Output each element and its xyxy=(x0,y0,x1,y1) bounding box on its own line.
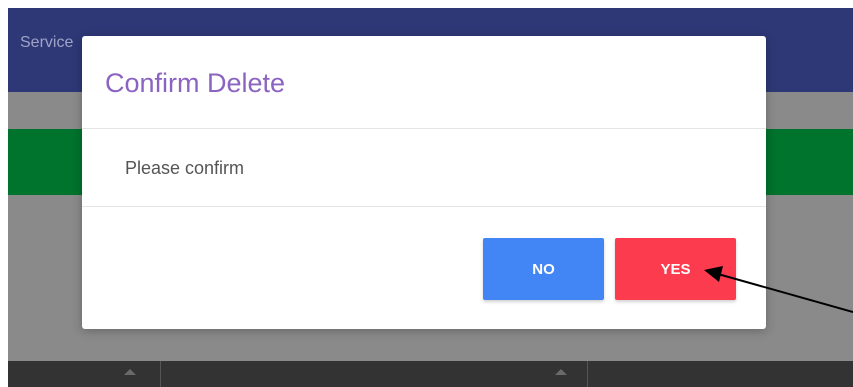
nav-item-service[interactable]: Service xyxy=(20,34,73,52)
sort-arrow-icon[interactable] xyxy=(124,369,136,375)
table-column-divider xyxy=(587,361,588,387)
sort-arrow-icon[interactable] xyxy=(555,369,567,375)
dialog-message: Please confirm xyxy=(125,158,245,178)
yes-button[interactable]: YES xyxy=(615,238,736,300)
dialog-header: Confirm Delete xyxy=(82,36,766,129)
table-column-divider xyxy=(160,361,161,387)
no-button[interactable]: NO xyxy=(483,238,604,300)
confirm-delete-dialog: Confirm Delete Please confirm NO YES xyxy=(82,36,766,329)
dialog-title: Confirm Delete xyxy=(105,68,286,98)
dialog-body: Please confirm xyxy=(82,129,766,207)
